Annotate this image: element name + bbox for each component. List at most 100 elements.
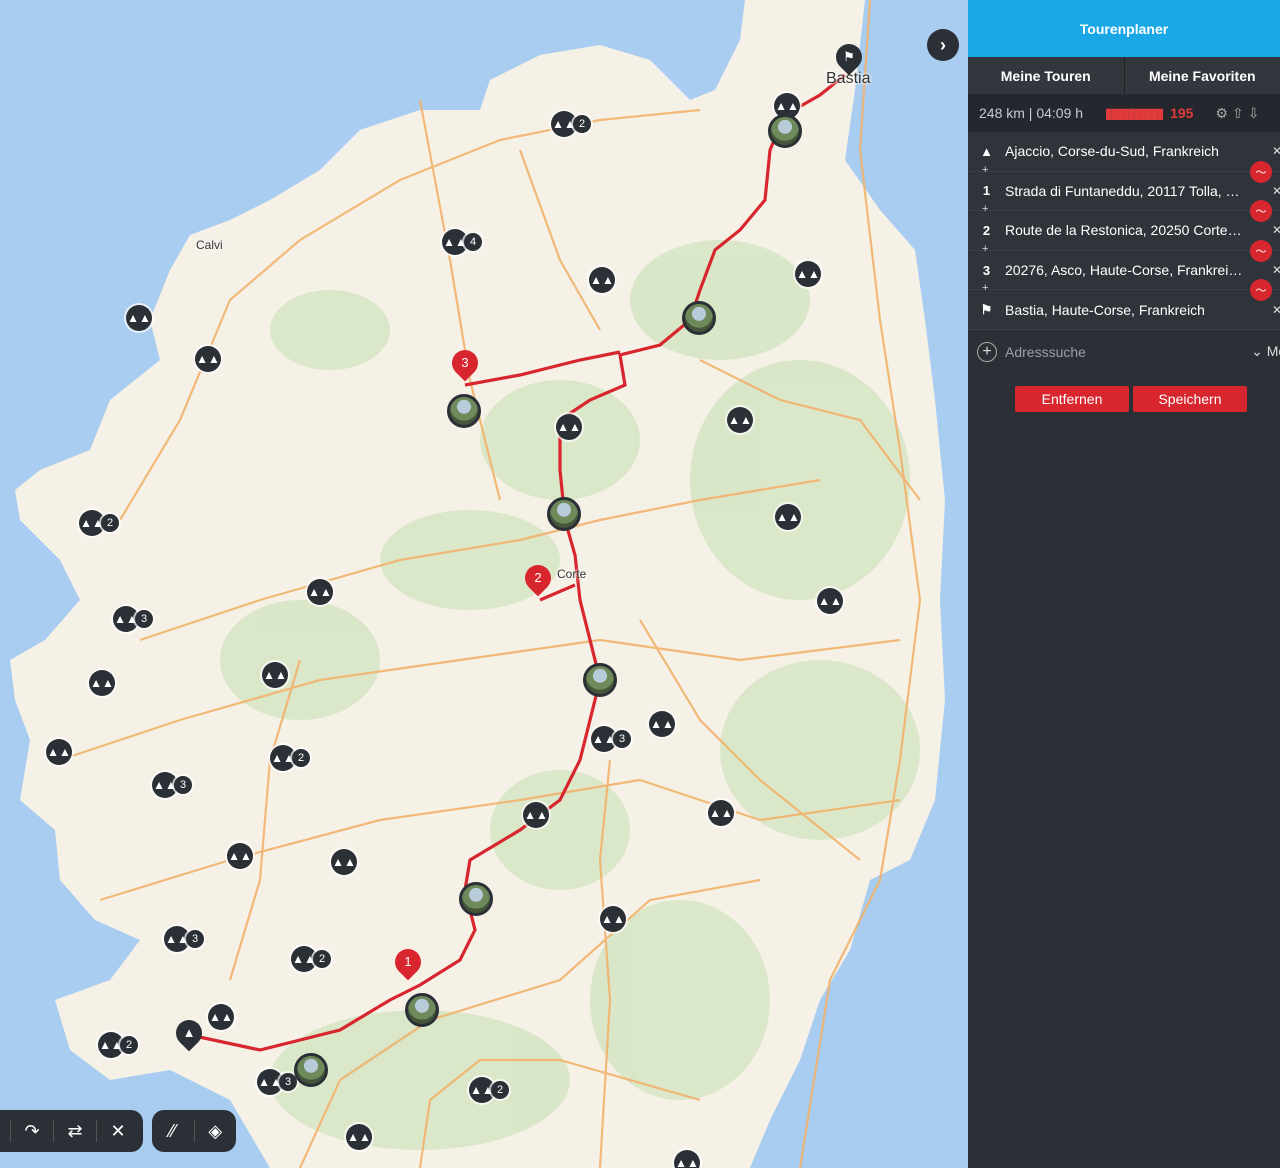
poi-marker[interactable]: ▲▲ <box>227 843 253 869</box>
poi-marker[interactable]: ▲▲ <box>600 906 626 932</box>
photo-marker[interactable] <box>583 663 617 697</box>
tab-my-tours[interactable]: Meine Touren <box>968 57 1124 94</box>
poi-cluster[interactable]: ▲▲ 2 <box>98 1032 138 1058</box>
plus-icon[interactable]: + <box>982 243 988 255</box>
waypoint-row-3[interactable]: + 3 20276, Asco, Haute-Corse, Frankreich… <box>968 243 1280 302</box>
photo-marker[interactable] <box>768 114 802 148</box>
plus-icon[interactable]: + <box>982 282 988 294</box>
close-icon[interactable]: ✕ <box>1272 144 1280 158</box>
mountain-icon: ▲▲ <box>674 1150 700 1168</box>
poi-cluster[interactable]: ▲▲ 2 <box>469 1077 509 1103</box>
destination-pin[interactable]: ⚑ <box>830 38 868 76</box>
poi-marker[interactable]: ▲▲ <box>307 579 333 605</box>
mountain-icon: ▲▲ <box>795 261 821 287</box>
mountain-icon: ▲▲ <box>307 579 333 605</box>
poi-marker[interactable]: ▲▲ <box>727 407 753 433</box>
waypoint-pin-1[interactable]: 1 <box>389 943 427 981</box>
layers-button[interactable]: ◈ <box>194 1110 236 1152</box>
more-dropdown[interactable]: ⌄ Meh <box>1251 343 1280 360</box>
close-icon[interactable]: ✕ <box>1272 223 1280 237</box>
waypoint-row-2[interactable]: + 2 Route de la Restonica, 20250 Corte, … <box>968 203 1280 262</box>
reverse-icon: ⇄ <box>67 1120 83 1141</box>
mountain-icon: ▲▲ <box>208 1004 234 1030</box>
search-input[interactable]: Adresssuche <box>1005 344 1086 360</box>
motorcycle-icon[interactable]: 〜 <box>1250 239 1272 262</box>
waypoint-row-end[interactable]: + ⚑ Bastia, Haute-Corse, Frankreich ✕ <box>968 282 1280 330</box>
poi-marker[interactable]: ▲▲ <box>795 261 821 287</box>
mountain-icon: ▲▲ <box>331 849 357 875</box>
distance-duration: 248 km | 04:09 h <box>979 105 1084 121</box>
start-pin[interactable]: ▲ <box>170 1014 208 1052</box>
poi-cluster[interactable]: ▲▲ 3 <box>591 726 631 752</box>
panel-toggle-button[interactable]: › <box>927 29 959 61</box>
mountain-icon: ▲▲ <box>523 802 549 828</box>
download-icon[interactable]: ⇩ <box>1248 105 1260 122</box>
mountain-icon: ▲▲ <box>600 906 626 932</box>
curves-toggle-button[interactable]: ⁄⁄ <box>152 1110 194 1152</box>
plus-icon[interactable]: + <box>982 203 988 215</box>
photo-marker[interactable] <box>547 497 581 531</box>
mountain-icon: ▲▲ <box>89 670 115 696</box>
add-waypoint-icon[interactable]: + <box>977 341 997 362</box>
poi-cluster[interactable]: ▲▲ 3 <box>113 606 153 632</box>
save-button[interactable]: Speichern <box>1133 385 1247 412</box>
waypoint-pin-2[interactable]: 2 <box>519 559 557 597</box>
photo-marker[interactable] <box>682 301 716 335</box>
photo-marker[interactable] <box>447 394 481 428</box>
poi-marker[interactable]: ▲▲ <box>649 711 675 737</box>
waypoint-address: Bastia, Haute-Corse, Frankreich <box>1005 301 1205 318</box>
poi-marker[interactable]: ▲▲ <box>208 1004 234 1030</box>
map[interactable]: Bastia Calvi Corte ▲▲ 2 ▲▲ 4 ▲▲ 2 ▲▲ 3 ▲▲ 2 ▲… <box>0 0 968 1168</box>
close-icon[interactable]: ✕ <box>1272 184 1280 198</box>
mountain-icon: ▲▲ <box>126 305 152 331</box>
photo-marker[interactable] <box>459 882 493 916</box>
tab-my-favorites[interactable]: Meine Favoriten <box>1123 57 1280 94</box>
poi-marker[interactable]: ▲▲ <box>126 305 152 331</box>
poi-cluster[interactable]: ▲▲ 2 <box>270 745 310 771</box>
upload-icon[interactable]: ⇧ <box>1232 105 1244 122</box>
poi-marker[interactable]: ▲▲ <box>589 267 615 293</box>
address-search[interactable]: + Adresssuche ⌄ Meh <box>968 332 1280 372</box>
poi-marker[interactable]: ▲▲ <box>262 662 288 688</box>
close-icon: ✕ <box>110 1120 126 1141</box>
close-icon[interactable]: ✕ <box>1272 263 1280 277</box>
plus-icon[interactable]: + <box>982 164 988 176</box>
waypoint-address: Route de la Restonica, 20250 Corte, Fran… <box>1005 222 1243 239</box>
poi-cluster[interactable]: ▲▲ 2 <box>79 510 119 536</box>
poi-marker[interactable]: ▲▲ <box>331 849 357 875</box>
curviness-score: 195 <box>1170 105 1194 121</box>
poi-cluster[interactable]: ▲▲ 2 <box>291 946 331 972</box>
waypoint-pin-3[interactable]: 3 <box>446 344 484 382</box>
undo-button[interactable] <box>0 1110 10 1152</box>
poi-marker[interactable]: ▲▲ <box>674 1150 700 1168</box>
reverse-route-button[interactable]: ⇄ <box>54 1110 96 1152</box>
route-actions: Entfernen Speichern <box>1015 385 1280 412</box>
settings-icon[interactable]: ⚙ <box>1215 105 1228 122</box>
poi-cluster[interactable]: ▲▲ 3 <box>152 772 192 798</box>
poi-marker[interactable]: ▲▲ <box>817 588 843 614</box>
waypoint-row-start[interactable]: ▲ Ajaccio, Corse-du-Sud, Frankreich ✕ 〜 <box>968 132 1280 183</box>
waypoint-row-1[interactable]: + 1 Strada di Funtaneddu, 20117 Tolla, F… <box>968 164 1280 223</box>
close-icon[interactable]: ✕ <box>1272 303 1280 317</box>
poi-marker[interactable]: ▲▲ <box>523 802 549 828</box>
redo-button[interactable]: ↷ <box>11 1110 53 1152</box>
mountain-icon: ▲▲ <box>649 711 675 737</box>
motorcycle-icon[interactable]: 〜 <box>1250 160 1272 183</box>
poi-marker[interactable]: ▲▲ <box>708 800 734 826</box>
poi-cluster[interactable]: ▲▲ 3 <box>257 1069 297 1095</box>
poi-marker[interactable]: ▲▲ <box>89 670 115 696</box>
poi-marker[interactable]: ▲▲ <box>775 504 801 530</box>
start-triangle-icon: ▲ <box>980 143 993 159</box>
poi-marker[interactable]: ▲▲ <box>46 739 72 765</box>
poi-cluster[interactable]: ▲▲ 4 <box>442 229 482 255</box>
poi-marker[interactable]: ▲▲ <box>556 414 582 440</box>
remove-button[interactable]: Entfernen <box>1015 385 1129 412</box>
poi-cluster[interactable]: ▲▲ 3 <box>164 926 204 952</box>
poi-cluster[interactable]: ▲▲ 2 <box>551 111 591 137</box>
poi-marker[interactable]: ▲▲ <box>346 1124 372 1150</box>
clear-route-button[interactable]: ✕ <box>97 1110 139 1152</box>
poi-marker[interactable]: ▲▲ <box>195 346 221 372</box>
flag-icon: ⚑ <box>980 301 993 317</box>
photo-marker[interactable] <box>405 993 439 1027</box>
photo-marker[interactable] <box>294 1053 328 1087</box>
